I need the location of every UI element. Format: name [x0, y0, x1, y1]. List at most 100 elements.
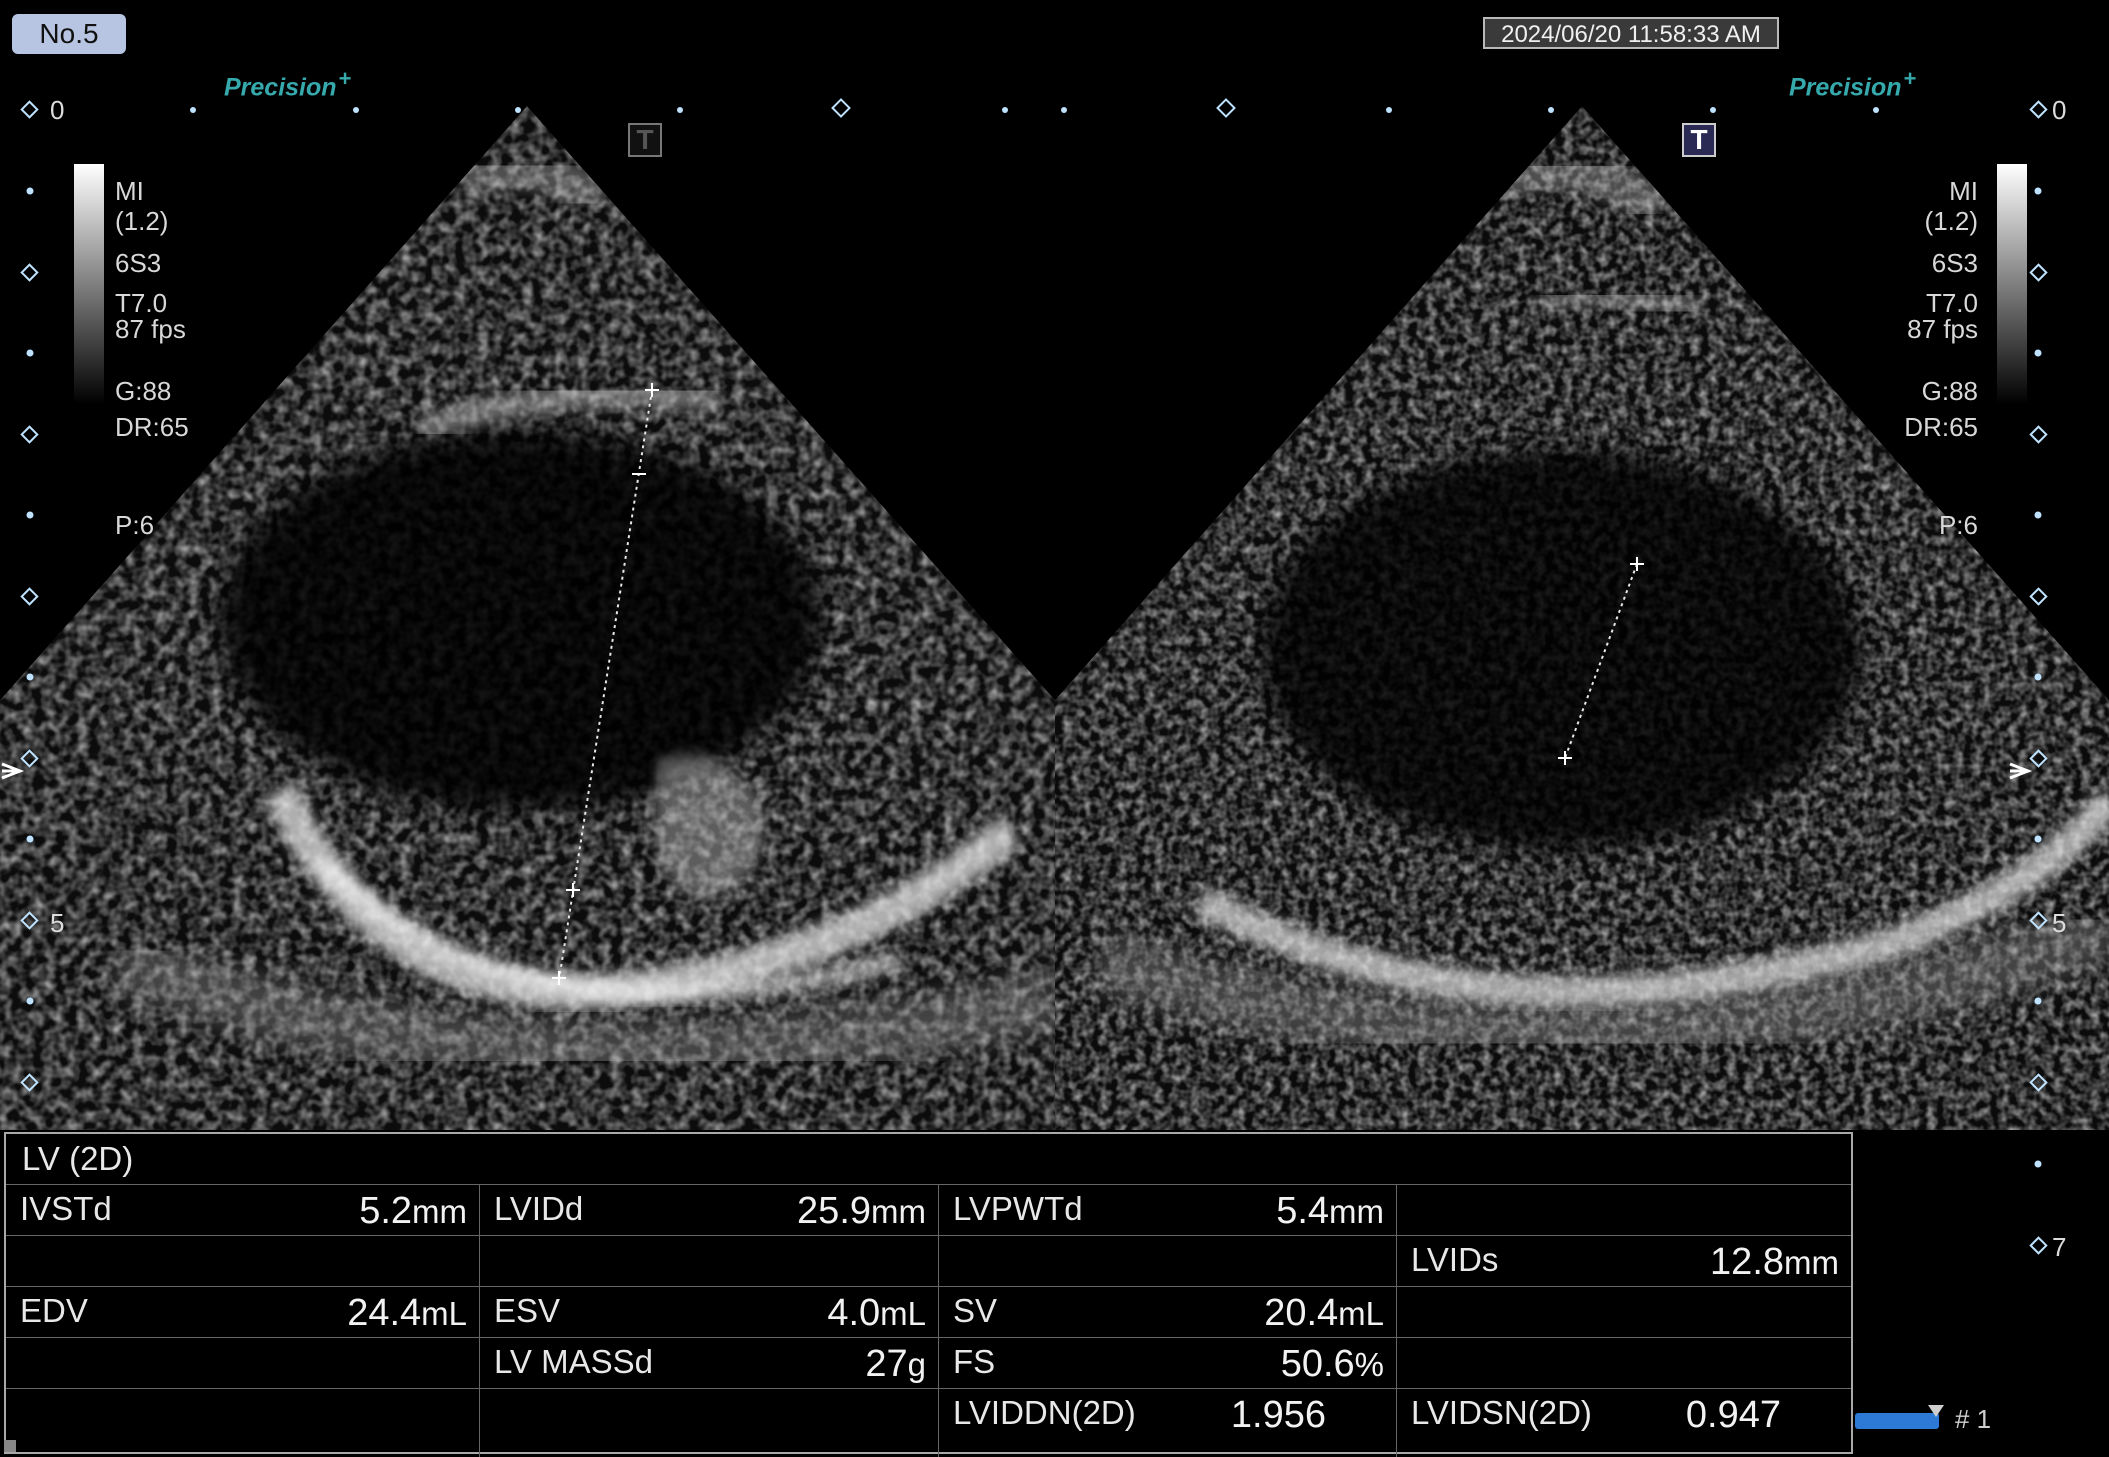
- measurement-unit: mm: [1329, 1193, 1384, 1230]
- measurement-unit: mm: [412, 1193, 467, 1230]
- right-depth-label-7: 7: [2052, 1232, 2067, 1262]
- right-image-params: MI (1.2) 6S3 T7.0 87 fps G:88 DR:65 P:6: [1860, 176, 1978, 540]
- left-depth-label-0: 0: [50, 95, 65, 125]
- param-mi-label: MI: [1949, 176, 1978, 206]
- corner-marker: [4, 1440, 16, 1452]
- measurement-cell[interactable]: LVIDd 25.9mm: [479, 1185, 938, 1236]
- brand-right: Precision+: [1789, 66, 1916, 102]
- param-power: P:6: [1938, 510, 1978, 540]
- measurement-cell[interactable]: SV 20.4mL: [938, 1287, 1396, 1338]
- right-grayscale-bar: [1997, 164, 2027, 404]
- left-t-marker-icon[interactable]: T: [628, 123, 662, 157]
- measurement-cell[interactable]: IVSTd 5.2mm: [6, 1185, 479, 1236]
- measurement-value: 0.947: [1686, 1391, 1781, 1440]
- measurement-cell: [479, 1389, 938, 1457]
- right-depth-label-0: 0: [2052, 95, 2067, 125]
- measurement-cell: [938, 1236, 1396, 1287]
- measurement-label: ESV: [494, 1292, 561, 1329]
- measurement-value: 12.8mm: [1710, 1238, 1839, 1287]
- param-dynamic-range: DR:65: [115, 412, 189, 442]
- measurement-label: LV MASSd: [494, 1343, 653, 1380]
- measurement-table-title: LV (2D): [22, 1140, 134, 1177]
- measurement-cell[interactable]: FS 50.6%: [938, 1338, 1396, 1389]
- measurement-value: 4.0mL: [827, 1289, 926, 1338]
- measurement-number: 24.4: [347, 1292, 422, 1334]
- measurement-label: LVIDDN(2D): [953, 1394, 1136, 1431]
- left-grayscale-bar: [74, 164, 104, 404]
- measurement-cell: [6, 1389, 479, 1457]
- measurement-value: 50.6%: [1281, 1340, 1384, 1389]
- measurement-label: LVIDSN(2D): [1411, 1394, 1592, 1431]
- brand-right-name: Precision: [1789, 73, 1902, 102]
- measurement-cell: [1396, 1287, 1851, 1338]
- measurement-unit: mm: [1784, 1244, 1839, 1281]
- measurement-cell[interactable]: LVIDSN(2D) 0.947: [1396, 1389, 1851, 1457]
- measurement-label: EDV: [20, 1292, 88, 1329]
- measurement-cell[interactable]: LVPWTd 5.4mm: [938, 1185, 1396, 1236]
- brand-right-plus-icon: +: [1903, 66, 1917, 91]
- measurement-value: 5.4mm: [1276, 1187, 1384, 1236]
- measurement-cell[interactable]: ESV 4.0mL: [479, 1287, 938, 1338]
- measurement-row: EDV 24.4mL ESV 4.0mL SV 20.4mL: [6, 1286, 1851, 1338]
- measurement-number: 27: [865, 1343, 908, 1385]
- measurement-cell: [6, 1236, 479, 1287]
- page-indicator-bar[interactable]: [1855, 1413, 1939, 1429]
- measurement-unit: mL: [421, 1295, 467, 1332]
- image-number-badge[interactable]: No.5: [12, 14, 126, 54]
- param-mi-label: MI: [115, 176, 144, 206]
- right-t-marker-icon[interactable]: T: [1682, 123, 1716, 157]
- param-mi-value: (1.2): [115, 206, 169, 236]
- measurement-cell[interactable]: LVIDDN(2D) 1.956: [938, 1389, 1396, 1457]
- measurement-label: SV: [953, 1292, 998, 1329]
- measurement-number: 12.8: [1710, 1241, 1785, 1283]
- measurement-cell: [1396, 1338, 1851, 1389]
- left-image-params: MI (1.2) 6S3 T7.0 87 fps G:88 DR:65 P:6: [115, 176, 189, 540]
- brand-left: Precision+: [224, 66, 351, 102]
- param-frame-rate: 87 fps: [1907, 314, 1978, 344]
- param-gain: G:88: [115, 376, 172, 406]
- measurement-row: IVSTd 5.2mm LVIDd 25.9mm LVPWTd 5.4mm: [6, 1184, 1851, 1236]
- brand-left-name: Precision: [224, 73, 337, 102]
- param-probe: 6S3: [1931, 248, 1978, 278]
- measurement-cell[interactable]: LVIDs 12.8mm: [1396, 1236, 1851, 1287]
- measurement-value: 5.2mm: [359, 1187, 467, 1236]
- measurement-cell: [479, 1236, 938, 1287]
- page-dropdown-icon[interactable]: [1928, 1405, 1944, 1417]
- measurement-unit: mm: [871, 1193, 926, 1230]
- measurement-number: 5.4: [1276, 1190, 1330, 1232]
- param-dynamic-range: DR:65: [1904, 412, 1978, 442]
- measurement-number: 4.0: [827, 1292, 881, 1334]
- measurement-number: 1.956: [1230, 1394, 1326, 1436]
- measurement-row: LV MASSd 27g FS 50.6%: [6, 1337, 1851, 1389]
- measurement-label: LVIDd: [494, 1190, 584, 1227]
- measurement-number: 50.6: [1280, 1343, 1355, 1385]
- measurement-cell: [6, 1338, 479, 1389]
- param-gain: G:88: [1921, 376, 1978, 406]
- measurement-number: 0.947: [1685, 1394, 1781, 1436]
- measurement-number: 20.4: [1264, 1292, 1339, 1334]
- measurement-unit: mL: [1338, 1295, 1384, 1332]
- measurement-label: IVSTd: [20, 1190, 112, 1227]
- lv-measurement-table: LV (2D) IVSTd 5.2mm LVIDd 25.9mm LVPWTd 5.4mm…: [4, 1132, 1853, 1457]
- param-frame-rate: 87 fps: [115, 314, 186, 344]
- measurement-row: LVIDs 12.8mm: [6, 1235, 1851, 1287]
- measurement-unit: mL: [880, 1295, 926, 1332]
- param-probe: 6S3: [115, 248, 162, 278]
- measurement-label: FS: [953, 1343, 996, 1380]
- measurement-cell[interactable]: LV MASSd 27g: [479, 1338, 938, 1389]
- measurement-unit: g: [907, 1346, 926, 1383]
- measurement-value: 27g: [865, 1340, 926, 1389]
- measurement-unit: %: [1354, 1346, 1384, 1383]
- measurement-cell: [1396, 1185, 1851, 1236]
- param-power: P:6: [115, 510, 155, 540]
- top-scale-markers: [190, 98, 1879, 118]
- measurement-number: 5.2: [359, 1190, 413, 1232]
- measurement-value: 20.4mL: [1264, 1289, 1384, 1338]
- measurement-value: 25.9mm: [797, 1187, 926, 1236]
- exam-datetime: 2024/06/20 11:58:33 AM: [1483, 17, 1779, 49]
- measurement-value: 24.4mL: [347, 1289, 467, 1338]
- left-depth-label-5: 5: [50, 908, 65, 938]
- param-mi-value: (1.2): [1924, 206, 1978, 236]
- measurement-label: LVIDs: [1411, 1241, 1499, 1278]
- measurement-cell[interactable]: EDV 24.4mL: [6, 1287, 479, 1338]
